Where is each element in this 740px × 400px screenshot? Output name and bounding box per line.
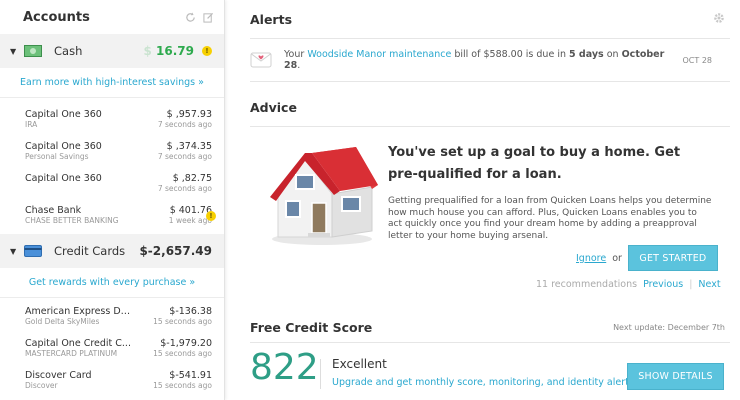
- account-balance: $-1,979.20: [160, 338, 212, 349]
- advice-actions: Ignore or GET STARTED: [576, 245, 718, 271]
- account-updated: 15 seconds ago: [153, 349, 212, 358]
- promo-savings-link[interactable]: Earn more with high-interest savings »: [0, 68, 224, 98]
- group-credit-cards[interactable]: ▼ Credit Cards $-2,657.49: [0, 234, 224, 268]
- account-updated: 7 seconds ago: [157, 120, 212, 129]
- advice-body: Getting prequalified for a loan from Qui…: [388, 196, 712, 241]
- alert-bill-link[interactable]: Woodside Manor maintenance: [307, 49, 451, 60]
- account-balance: $ 401.76: [169, 205, 212, 216]
- account-subtitle: MASTERCARD PLATINUM: [25, 349, 118, 358]
- group-cash[interactable]: ▼ Cash $ 16.79 !: [0, 34, 224, 68]
- account-row[interactable]: Capital One 360 IRA $ ,957.93 7 seconds …: [0, 103, 224, 135]
- alerts-title: Alerts: [250, 11, 293, 27]
- previous-link[interactable]: Previous: [643, 279, 683, 290]
- divider: [250, 81, 730, 82]
- account-name: Capital One Credit C...: [25, 338, 131, 349]
- or-label: or: [612, 252, 622, 264]
- group-total-cash: $ 16.79: [143, 44, 194, 58]
- account-row[interactable]: Capital One 360 Personal Savings $ ,374.…: [0, 135, 224, 167]
- alert-date: OCT 28: [682, 55, 713, 65]
- account-balance: $ ,82.75: [172, 173, 212, 184]
- advice-headline: You've set up a goal to buy a home. Get …: [388, 145, 681, 182]
- alert-message: Your Woodside Manor maintenance bill of …: [284, 49, 665, 71]
- upgrade-link[interactable]: Upgrade and get monthly score, monitorin…: [332, 377, 634, 388]
- main-content: Alerts Your Woodside Manor maintenance b…: [240, 0, 740, 400]
- get-started-button[interactable]: GET STARTED: [627, 245, 718, 271]
- next-link[interactable]: Next: [698, 279, 720, 290]
- account-name: Capital One 360: [25, 109, 102, 120]
- account-row[interactable]: Capital One 360 $ ,82.75 7 seconds ago: [0, 167, 224, 199]
- credit-score-card: 822 Excellent Upgrade and get monthly sc…: [240, 343, 740, 400]
- account-name: Capital One 360: [25, 141, 102, 152]
- account-row[interactable]: Chase Bank CHASE BETTER BANKING $ 401.76…: [0, 199, 224, 231]
- sidebar-header: Accounts: [0, 0, 224, 34]
- account-balance: $ ,957.93: [166, 109, 212, 120]
- warning-icon[interactable]: !: [206, 211, 216, 221]
- account-subtitle: Personal Savings: [25, 152, 89, 161]
- alert-item[interactable]: Your Woodside Manor maintenance bill of …: [240, 39, 740, 81]
- show-details-button[interactable]: SHOW DETAILS: [627, 363, 724, 390]
- credit-rating: Excellent: [332, 357, 387, 371]
- group-label-cash: Cash: [54, 44, 83, 58]
- advice-header: Advice: [240, 88, 740, 126]
- collapse-icon[interactable]: ▼: [10, 247, 22, 256]
- account-balance: $-136.38: [169, 306, 212, 317]
- account-row[interactable]: Capital One Credit C... MASTERCARD PLATI…: [0, 332, 224, 364]
- sidebar-title: Accounts: [23, 9, 90, 25]
- account-subtitle: Discover: [25, 381, 58, 390]
- house-illustration: [270, 147, 378, 245]
- envelope-icon: [250, 50, 272, 71]
- refresh-icon[interactable]: [184, 11, 196, 23]
- group-label-credit: Credit Cards: [54, 244, 126, 258]
- account-subtitle: Gold Delta SkyMiles: [25, 317, 100, 326]
- advice-title: Advice: [250, 99, 297, 115]
- account-updated: 7 seconds ago: [157, 152, 212, 161]
- settings-gear-icon[interactable]: [713, 12, 725, 27]
- account-name: Chase Bank: [25, 205, 82, 216]
- account-updated: 1 week ago: [168, 216, 212, 225]
- credit-title: Free Credit Score: [250, 319, 373, 335]
- account-updated: 15 seconds ago: [153, 381, 212, 390]
- alerts-header: Alerts: [240, 0, 740, 38]
- account-balance: $ ,374.35: [166, 141, 212, 152]
- account-name: Capital One 360: [25, 173, 102, 184]
- accounts-sidebar: Accounts ▼ Cash $ 16.79 ! Earn more with…: [0, 0, 225, 400]
- group-total-credit: $-2,657.49: [139, 244, 212, 258]
- advice-text: You've set up a goal to buy a home. Get …: [388, 142, 713, 242]
- account-name: Discover Card: [25, 370, 92, 381]
- account-subtitle: CHASE BETTER BANKING: [25, 216, 119, 225]
- edit-icon[interactable]: [202, 11, 214, 23]
- account-updated: 7 seconds ago: [157, 184, 212, 193]
- credit-next-update: Next update: December 7th: [613, 322, 725, 332]
- credit-card-icon: [24, 245, 42, 257]
- warning-icon[interactable]: !: [202, 46, 212, 56]
- ignore-link[interactable]: Ignore: [576, 253, 606, 264]
- account-balance: $-541.91: [169, 370, 212, 381]
- account-row[interactable]: American Express De... Gold Delta SkyMil…: [0, 300, 224, 332]
- account-name: American Express De...: [25, 306, 132, 317]
- account-updated: 15 seconds ago: [153, 317, 212, 326]
- recommendations-count: 11 recommendations: [536, 279, 638, 290]
- account-row[interactable]: Discover Card Discover $-541.91 15 secon…: [0, 364, 224, 396]
- divider: [320, 359, 321, 389]
- advice-card: You've set up a goal to buy a home. Get …: [240, 127, 740, 292]
- collapse-icon[interactable]: ▼: [10, 47, 22, 56]
- account-subtitle: IRA: [25, 120, 38, 129]
- pager-separator: |: [689, 279, 693, 290]
- credit-score-value: 822: [250, 347, 319, 388]
- recommendations-pager: 11 recommendations Previous | Next: [536, 279, 721, 290]
- cash-icon: [24, 45, 42, 57]
- credit-header: Free Credit Score Next update: December …: [240, 312, 740, 342]
- promo-rewards-link[interactable]: Get rewards with every purchase »: [0, 268, 224, 298]
